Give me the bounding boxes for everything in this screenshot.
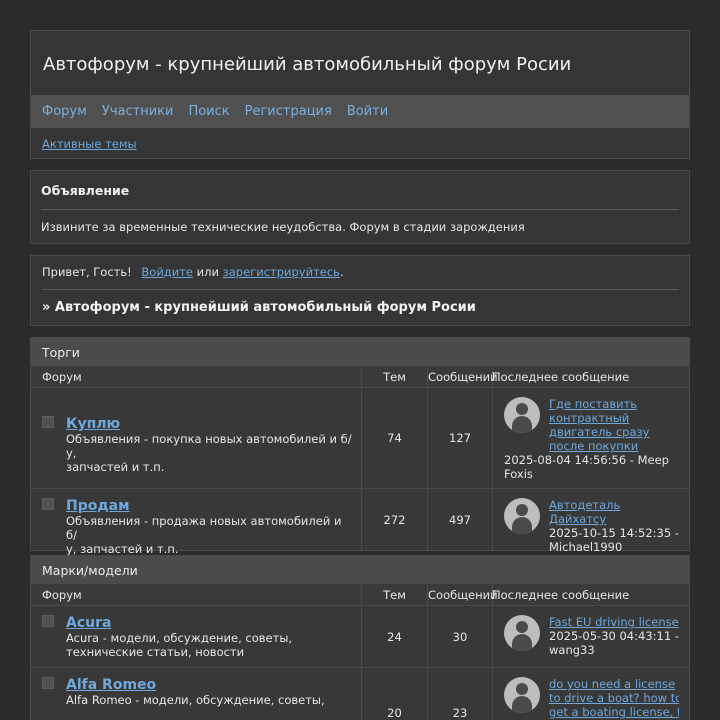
forum-link[interactable]: Куплю xyxy=(66,416,353,432)
forum-description: Alfa Romeo - модели, обсуждение, советы, xyxy=(66,693,325,707)
forum-status-icon xyxy=(42,615,54,627)
welcome-line: Привет, Гость! Войдите или зарегистрируй… xyxy=(42,265,679,290)
guest-greeting: Привет, Гость! xyxy=(42,265,132,279)
breadcrumb[interactable]: » Автофорум - крупнейший автомобильный ф… xyxy=(42,290,679,315)
last-post-link[interactable]: Где поставить контрактный двигатель сраз… xyxy=(549,397,649,453)
user-avatar-icon xyxy=(504,498,540,534)
forum-row: Куплю Объявления - покупка новых автомоб… xyxy=(31,388,689,489)
active-topics-link[interactable]: Активные темы xyxy=(42,137,137,151)
forum-status-icon xyxy=(42,416,54,428)
user-avatar-icon xyxy=(504,397,540,433)
last-post-meta: 2025-08-04 14:56:56 - Meep Foxis xyxy=(504,453,669,481)
last-post: do you need a license to drive a boat? h… xyxy=(493,668,689,720)
register-link[interactable]: зарегистрируйтесь xyxy=(223,265,340,279)
col-forum: Форум xyxy=(31,584,362,605)
col-topics: Тем xyxy=(362,584,428,605)
topics-count: 20 xyxy=(362,668,428,720)
col-forum: Форум xyxy=(31,366,362,387)
announcement-title: Объявление xyxy=(41,183,679,210)
forum-row: Acura Acura - модели, обсуждение, советы… xyxy=(31,606,689,668)
category-title[interactable]: Марки/модели xyxy=(31,556,689,584)
last-post: Автодеталь Дайхатсу 2025-10-15 14:52:35 … xyxy=(493,489,689,554)
category-brands: Марки/модели Форум Тем Сообщений Последн… xyxy=(30,555,690,720)
forum-description: Объявления - продажа новых автомобилей и… xyxy=(66,514,342,556)
last-post-link[interactable]: Fast EU driving license xyxy=(549,615,679,629)
last-post-link[interactable]: Автодеталь Дайхатсу xyxy=(549,498,679,526)
col-topics: Тем xyxy=(362,366,428,387)
last-post-meta: 2025-10-15 14:52:35 - Michael1990 xyxy=(549,526,679,554)
category-trade: Торги Форум Тем Сообщений Последнее сооб… xyxy=(30,337,690,556)
nav-members[interactable]: Участники xyxy=(102,104,174,119)
topics-count: 272 xyxy=(362,489,428,550)
topics-count: 74 xyxy=(362,388,428,488)
category-title[interactable]: Торги xyxy=(31,338,689,366)
forum-description: Acura - модели, обсуждение, советы, техн… xyxy=(66,631,293,659)
forum-row: Продам Объявления - продажа новых автомо… xyxy=(31,489,689,556)
topics-count: 24 xyxy=(362,606,428,667)
last-post-meta: 2025-05-30 04:43:11 - wang33 xyxy=(549,629,679,657)
forum-link[interactable]: Acura xyxy=(66,615,292,631)
last-post: Fast EU driving license 2025-05-30 04:43… xyxy=(493,606,689,667)
user-avatar-icon xyxy=(504,677,540,713)
column-headers: Форум Тем Сообщений Последнее сообщение xyxy=(31,366,689,388)
col-posts: Сообщений xyxy=(428,366,498,387)
announcement-text: Извините за временные технические неудоб… xyxy=(41,220,525,234)
column-headers: Форум Тем Сообщений Последнее сообщение xyxy=(31,584,689,606)
forum-link[interactable]: Продам xyxy=(66,498,353,514)
forum-link[interactable]: Alfa Romeo xyxy=(66,677,325,693)
col-posts: Сообщений xyxy=(428,584,498,605)
forum-row: Alfa Romeo Alfa Romeo - модели, обсужден… xyxy=(31,668,689,720)
site-title: Автофорум - крупнейший автомобильный фор… xyxy=(43,54,572,75)
user-avatar-icon xyxy=(504,615,540,651)
nav-forum[interactable]: Форум xyxy=(42,104,87,119)
welcome-box: Привет, Гость! Войдите или зарегистрируй… xyxy=(30,255,690,326)
posts-count: 127 xyxy=(428,388,493,488)
announcement-box: Объявление Извините за временные техниче… xyxy=(30,170,690,244)
nav-register[interactable]: Регистрация xyxy=(245,104,332,119)
col-last-post: Последнее сообщение xyxy=(492,370,630,384)
nav-login[interactable]: Войти xyxy=(347,104,388,119)
posts-count: 497 xyxy=(428,489,493,550)
or-text: или xyxy=(196,265,219,279)
main-nav: Форум Участники Поиск Регистрация Войти xyxy=(31,95,689,128)
forum-status-icon xyxy=(42,498,54,510)
forum-status-icon xyxy=(42,677,54,689)
col-last-post: Последнее сообщение xyxy=(492,588,630,602)
login-link[interactable]: Войдите xyxy=(141,265,193,279)
posts-count: 23 xyxy=(428,668,493,720)
nav-search[interactable]: Поиск xyxy=(188,104,229,119)
last-post: Где поставить контрактный двигатель сраз… xyxy=(493,388,689,488)
period-text: . xyxy=(339,265,344,279)
subnav: Активные темы xyxy=(31,128,689,158)
forum-description: Объявления - покупка новых автомобилей и… xyxy=(66,432,352,474)
site-header: Автофорум - крупнейший автомобильный фор… xyxy=(30,30,690,159)
posts-count: 30 xyxy=(428,606,493,667)
last-post-link[interactable]: do you need a license to drive a boat? h… xyxy=(549,677,679,719)
